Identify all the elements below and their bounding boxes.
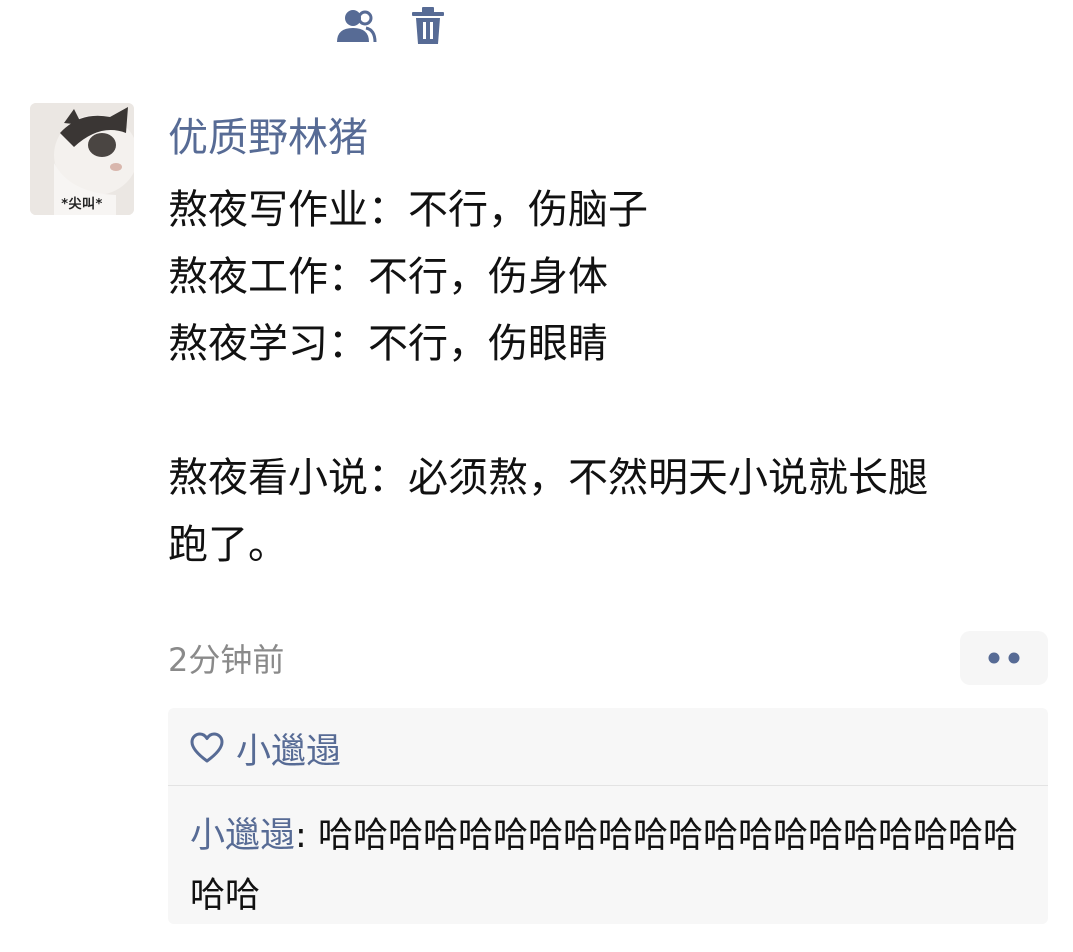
- post-author-name[interactable]: 优质野林猪: [168, 110, 368, 166]
- post-content-line: 跑了。: [168, 522, 288, 568]
- avatar[interactable]: *尖叫*: [30, 103, 134, 215]
- divider: [168, 785, 1048, 786]
- post-content: 熬夜写作业：不行，伤脑子 熬夜工作：不行，伤身体 熬夜学习：不行，伤眼睛 熬夜看…: [168, 177, 1048, 579]
- post-content-line: 熬夜学习：不行，伤眼睛: [168, 321, 608, 367]
- interaction-panel: 小邋遢 小邋遢: 哈哈哈哈哈哈哈哈哈哈哈哈哈哈哈哈哈哈哈哈哈哈: [168, 708, 1048, 924]
- post-content-blank-line: [168, 378, 1048, 445]
- post-time: 2分钟前: [168, 641, 285, 679]
- like-user-name[interactable]: 小邋遢: [236, 723, 341, 774]
- trash-icon[interactable]: [410, 6, 450, 46]
- heart-icon: [190, 732, 224, 763]
- post-meta: 2分钟前: [168, 634, 284, 682]
- more-button[interactable]: [960, 631, 1048, 685]
- comment-item[interactable]: 小邋遢: 哈哈哈哈哈哈哈哈哈哈哈哈哈哈哈哈哈哈哈哈哈哈: [190, 806, 1030, 926]
- comment-separator: :: [295, 816, 318, 856]
- post-content-line: 熬夜写作业：不行，伤脑子: [168, 187, 648, 233]
- more-dots-icon: [988, 652, 1020, 664]
- post-content-line: 熬夜看小说：必须熬，不然明天小说就长腿: [168, 455, 928, 501]
- likes-row: 小邋遢: [190, 724, 341, 772]
- post-content-line: 熬夜工作：不行，伤身体: [168, 254, 608, 300]
- friends-visibility-icon[interactable]: [333, 6, 377, 46]
- avatar-caption: *尖叫*: [61, 197, 103, 212]
- comment-author[interactable]: 小邋遢: [190, 816, 295, 856]
